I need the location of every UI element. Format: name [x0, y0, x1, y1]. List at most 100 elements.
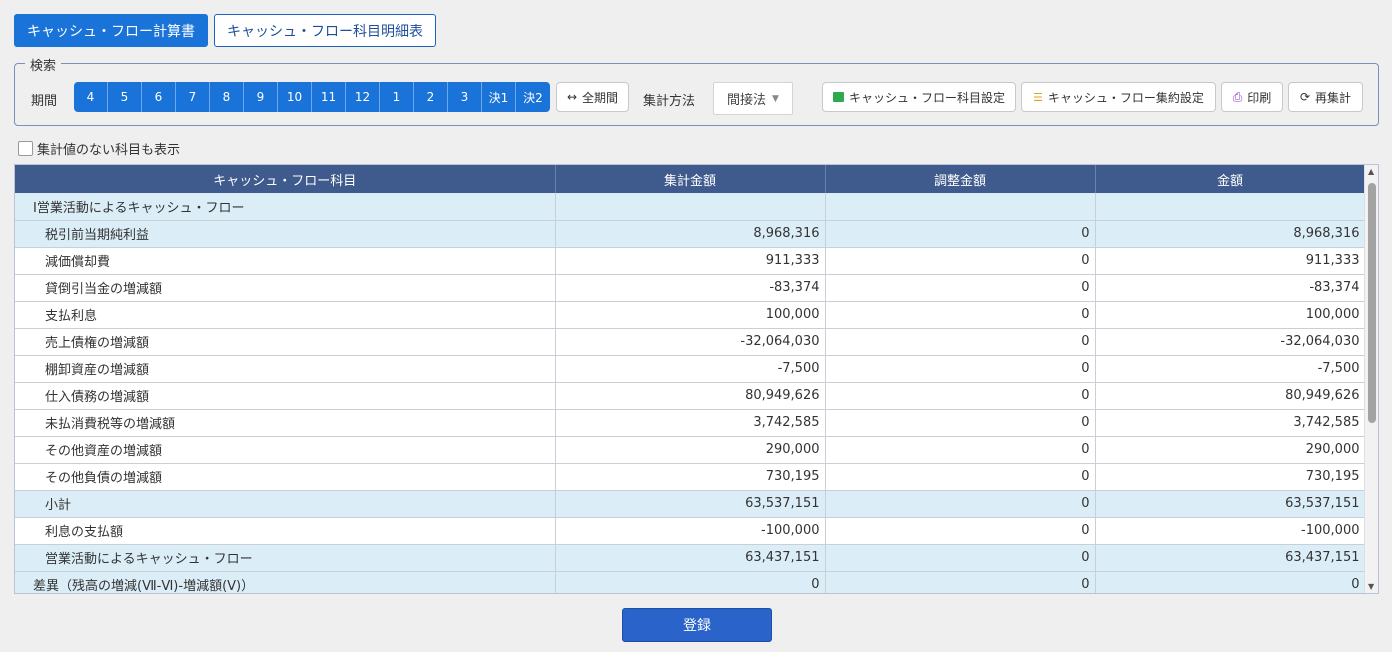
amount-cell: 8,968,316 — [1095, 220, 1366, 248]
adjustment-cell: 0 — [825, 382, 1096, 410]
adjustment-cell: 0 — [825, 517, 1096, 545]
scroll-down-icon[interactable]: ▼ — [1368, 582, 1374, 591]
checklist-icon: ☰ — [1033, 90, 1043, 104]
period-button[interactable]: 11 — [312, 82, 346, 112]
item-cell: 未払消費税等の増減額 — [15, 409, 556, 437]
adjustment-cell: 0 — [825, 328, 1096, 356]
all-period-label: 全期間 — [582, 90, 619, 105]
cf-item-setting-button[interactable]: キャッシュ・フロー科目設定 — [822, 82, 1016, 112]
amount-cell: 80,949,626 — [1095, 382, 1366, 410]
period-button[interactable]: 4 — [74, 82, 108, 112]
aggregate-cell: 730,195 — [555, 463, 826, 491]
aggregate-cell: 100,000 — [555, 301, 826, 329]
method-select-value: 間接法 — [727, 93, 767, 108]
chevron-down-icon: ▼ — [772, 93, 779, 104]
adjustment-cell: 0 — [825, 274, 1096, 302]
period-button[interactable]: 1 — [380, 82, 414, 112]
show-zero-checkbox[interactable] — [18, 141, 33, 156]
amount-cell — [1095, 193, 1366, 221]
aggregate-cell: -7,500 — [555, 355, 826, 383]
tab-cash-flow-statement[interactable]: キャッシュ・フロー計算書 — [14, 14, 208, 47]
amount-cell: 63,437,151 — [1095, 544, 1366, 572]
amount-cell: 911,333 — [1095, 247, 1366, 275]
table-row[interactable]: 営業活動によるキャッシュ・フロー 63,437,151 0 63,437,151 — [15, 544, 1366, 572]
left-right-arrow-icon: ↔ — [566, 90, 578, 104]
period-button[interactable]: 5 — [108, 82, 142, 112]
adjustment-cell: 0 — [825, 409, 1096, 437]
table-row[interactable]: その他負債の増減額 730,195 0 730,195 — [15, 463, 1366, 491]
column-header-item: キャッシュ・フロー科目 — [15, 165, 556, 193]
adjustment-cell — [825, 193, 1096, 221]
period-button[interactable]: 7 — [176, 82, 210, 112]
adjustment-cell: 0 — [825, 247, 1096, 275]
cf-item-setting-label: キャッシュ・フロー科目設定 — [848, 90, 1005, 105]
scroll-up-icon[interactable]: ▲ — [1368, 167, 1374, 176]
cf-summary-setting-button[interactable]: ☰ キャッシュ・フロー集約設定 — [1021, 82, 1216, 112]
table-row[interactable]: 小計 63,537,151 0 63,537,151 — [15, 490, 1366, 518]
cf-summary-setting-label: キャッシュ・フロー集約設定 — [1047, 90, 1204, 105]
adjustment-cell: 0 — [825, 463, 1096, 491]
adjustment-cell: 0 — [825, 355, 1096, 383]
period-button[interactable]: 3 — [448, 82, 482, 112]
aggregate-cell: 911,333 — [555, 247, 826, 275]
adjustment-cell: 0 — [825, 301, 1096, 329]
aggregate-cell: -83,374 — [555, 274, 826, 302]
cash-flow-table: キャッシュ・フロー科目 集計金額 調整金額 金額 Ⅰ営業活動によるキャッシュ・フ… — [15, 165, 1366, 593]
amount-cell: 100,000 — [1095, 301, 1366, 329]
table-row[interactable]: 差異（残高の増減(Ⅶ-Ⅵ)-増減額(Ⅴ)） 0 0 0 — [15, 571, 1366, 593]
vertical-scrollbar[interactable]: ▲ ▼ — [1364, 165, 1378, 593]
period-button[interactable]: 決2 — [516, 82, 550, 112]
period-button[interactable]: 決1 — [482, 82, 516, 112]
print-button[interactable]: ⎙ 印刷 — [1221, 82, 1283, 112]
amount-cell: 63,537,151 — [1095, 490, 1366, 518]
adjustment-cell: 0 — [825, 544, 1096, 572]
period-button[interactable]: 10 — [278, 82, 312, 112]
table-row[interactable]: 棚卸資産の増減額 -7,500 0 -7,500 — [15, 355, 1366, 383]
table-row[interactable]: 未払消費税等の増減額 3,742,585 0 3,742,585 — [15, 409, 1366, 437]
item-cell: 売上債権の増減額 — [15, 328, 556, 356]
all-period-button[interactable]: ↔ 全期間 — [556, 82, 629, 112]
item-cell: 差異（残高の増減(Ⅶ-Ⅵ)-増減額(Ⅴ)） — [15, 571, 556, 593]
amount-cell: 730,195 — [1095, 463, 1366, 491]
item-cell: その他負債の増減額 — [15, 463, 556, 491]
period-label: 期間 — [31, 94, 58, 109]
method-select[interactable]: 間接法 ▼ — [713, 82, 793, 115]
table-row[interactable]: 税引前当期純利益 8,968,316 0 8,968,316 — [15, 220, 1366, 248]
item-cell: 小計 — [15, 490, 556, 518]
tab-cash-flow-detail[interactable]: キャッシュ・フロー科目明細表 — [214, 14, 436, 47]
spreadsheet-icon — [832, 92, 844, 102]
amount-cell: -7,500 — [1095, 355, 1366, 383]
aggregate-cell — [555, 193, 826, 221]
item-cell: 棚卸資産の増減額 — [15, 355, 556, 383]
amount-cell: 3,742,585 — [1095, 409, 1366, 437]
period-button[interactable]: 9 — [244, 82, 278, 112]
amount-cell: -83,374 — [1095, 274, 1366, 302]
search-legend: 検索 — [25, 55, 62, 74]
table-row[interactable]: 利息の支払額 -100,000 0 -100,000 — [15, 517, 1366, 545]
print-label: 印刷 — [1247, 90, 1272, 105]
recalculate-button[interactable]: ⟳ 再集計 — [1288, 82, 1363, 112]
cash-flow-table-container: キャッシュ・フロー科目 集計金額 調整金額 金額 Ⅰ営業活動によるキャッシュ・フ… — [14, 164, 1379, 594]
table-row[interactable]: 貸倒引当金の増減額 -83,374 0 -83,374 — [15, 274, 1366, 302]
adjustment-cell: 0 — [825, 220, 1096, 248]
table-row[interactable]: その他資産の増減額 290,000 0 290,000 — [15, 436, 1366, 464]
aggregate-cell: 63,437,151 — [555, 544, 826, 572]
period-button[interactable]: 12 — [346, 82, 380, 112]
register-button[interactable]: 登録 — [622, 608, 772, 642]
adjustment-cell: 0 — [825, 571, 1096, 593]
table-row[interactable]: 売上債権の増減額 -32,064,030 0 -32,064,030 — [15, 328, 1366, 356]
scrollbar-thumb[interactable] — [1368, 183, 1376, 423]
column-header-adjustment: 調整金額 — [825, 165, 1096, 193]
amount-cell: -100,000 — [1095, 517, 1366, 545]
period-button[interactable]: 8 — [210, 82, 244, 112]
period-button[interactable]: 2 — [414, 82, 448, 112]
show-zero-items-option[interactable]: 集計値のない科目も表示 — [18, 139, 180, 158]
aggregate-cell: 290,000 — [555, 436, 826, 464]
period-button[interactable]: 6 — [142, 82, 176, 112]
table-row[interactable]: 減価償却費 911,333 0 911,333 — [15, 247, 1366, 275]
aggregate-cell: 8,968,316 — [555, 220, 826, 248]
item-cell: 支払利息 — [15, 301, 556, 329]
table-row[interactable]: Ⅰ営業活動によるキャッシュ・フロー — [15, 193, 1366, 221]
table-row[interactable]: 仕入債務の増減額 80,949,626 0 80,949,626 — [15, 382, 1366, 410]
table-row[interactable]: 支払利息 100,000 0 100,000 — [15, 301, 1366, 329]
